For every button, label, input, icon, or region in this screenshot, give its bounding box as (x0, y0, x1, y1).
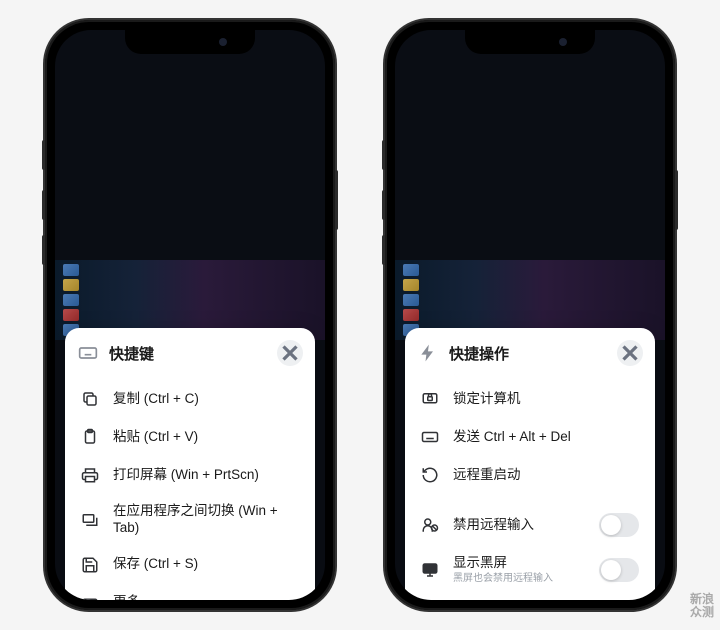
home-indicator[interactable] (135, 590, 245, 594)
quick-action-row[interactable]: 发送 Ctrl + Alt + Del (405, 418, 655, 456)
quick-option-row[interactable]: 显示黑屏黑屏也会禁用远程输入 (405, 546, 655, 594)
shortcut-row[interactable]: 复制 (Ctrl + C) (65, 380, 315, 418)
print-icon (81, 466, 99, 484)
paste-icon (81, 428, 99, 446)
quick-action-label: 锁定计算机 (453, 391, 639, 408)
quick-option-toggle[interactable] (599, 513, 639, 537)
shortcut-label: 保存 (Ctrl + S) (113, 556, 299, 573)
notch (125, 30, 255, 54)
close-button[interactable] (617, 340, 643, 366)
send-cad-icon (421, 428, 439, 446)
phone-left: 快捷键 复制 (Ctrl + C) 粘贴 (Ctrl + V) 打印屏幕 (Win … (45, 20, 335, 610)
home-indicator[interactable] (475, 590, 585, 594)
quick-action-label: 发送 Ctrl + Alt + Del (453, 429, 639, 446)
switch-app-icon (81, 511, 99, 529)
screen-left: 快捷键 复制 (Ctrl + C) 粘贴 (Ctrl + V) 打印屏幕 (Win … (55, 30, 325, 600)
lightning-icon (417, 343, 439, 363)
watermark: 新浪 众测 (690, 593, 714, 619)
quick-action-row[interactable]: 远程重启动 (405, 456, 655, 494)
quick-action-row[interactable]: 锁定计算机 (405, 380, 655, 418)
shortcut-row[interactable]: 打印屏幕 (Win + PrtScn) (65, 456, 315, 494)
quick-option-row[interactable]: 使用共享剪贴板 (405, 594, 655, 600)
quick-action-label: 远程重启动 (453, 467, 639, 484)
keyboard-icon (77, 343, 99, 363)
quick-option-sublabel: 黑屏也会禁用远程输入 (453, 573, 585, 586)
screen-right: 快捷操作 锁定计算机发送 Ctrl + Alt + Del 远程重启动禁用远程输入… (395, 30, 665, 600)
shortcut-row[interactable]: 粘贴 (Ctrl + V) (65, 418, 315, 456)
copy-icon (81, 390, 99, 408)
quick-actions-panel: 快捷操作 锁定计算机发送 Ctrl + Alt + Del 远程重启动禁用远程输入… (405, 328, 655, 600)
close-button[interactable] (277, 340, 303, 366)
lock-icon (421, 390, 439, 408)
black-screen-icon (421, 561, 439, 579)
phone-right: 快捷操作 锁定计算机发送 Ctrl + Alt + Del 远程重启动禁用远程输入… (385, 20, 675, 610)
quick-option-row[interactable]: 禁用远程输入 (405, 504, 655, 546)
panel-title: 快捷操作 (449, 343, 607, 364)
quick-option-toggle[interactable] (599, 558, 639, 582)
shortcut-label: 复制 (Ctrl + C) (113, 391, 299, 408)
shortcut-row[interactable]: 在应用程序之间切换 (Win + Tab) (65, 494, 315, 546)
quick-option-label: 禁用远程输入 (453, 517, 585, 534)
panel-header: 快捷键 (65, 328, 315, 376)
shortcut-label: 打印屏幕 (Win + PrtScn) (113, 467, 299, 484)
shortcut-label: 在应用程序之间切换 (Win + Tab) (113, 503, 299, 537)
panel-header: 快捷操作 (405, 328, 655, 376)
shortcut-label: 更多 (113, 594, 299, 600)
save-icon (81, 556, 99, 574)
restart-icon (421, 466, 439, 484)
notch (465, 30, 595, 54)
shortcut-row[interactable]: 保存 (Ctrl + S) (65, 546, 315, 584)
shortcut-label: 粘贴 (Ctrl + V) (113, 429, 299, 446)
panel-title: 快捷键 (109, 343, 267, 364)
shortcuts-panel: 快捷键 复制 (Ctrl + C) 粘贴 (Ctrl + V) 打印屏幕 (Win … (65, 328, 315, 600)
more-icon (81, 594, 99, 600)
block-input-icon (421, 516, 439, 534)
quick-option-label: 显示黑屏黑屏也会禁用远程输入 (453, 555, 585, 585)
